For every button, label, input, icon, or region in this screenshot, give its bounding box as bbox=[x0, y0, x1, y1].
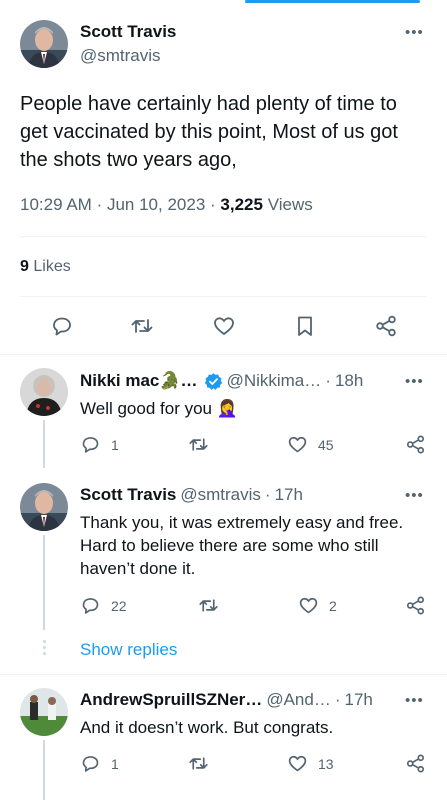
tweet-time[interactable]: 10:29 AM bbox=[20, 195, 92, 214]
main-tweet-text: People have certainly had plenty of time… bbox=[20, 93, 398, 171]
divider bbox=[0, 674, 447, 675]
like-icon[interactable] bbox=[212, 314, 236, 338]
separator: · bbox=[264, 485, 271, 504]
reply-count: 22 bbox=[111, 597, 127, 614]
reply-avatar[interactable] bbox=[20, 688, 68, 736]
reply-author-name[interactable]: Scott Travis bbox=[80, 485, 176, 505]
thread-line bbox=[43, 420, 45, 468]
reply-author-handle[interactable]: @And… bbox=[266, 690, 331, 710]
divider bbox=[20, 236, 427, 237]
like-count: 2 bbox=[329, 597, 337, 614]
reply-author-name[interactable]: AndrewSpruillSZNer… bbox=[80, 690, 262, 710]
main-author-row: Scott Travis bbox=[80, 22, 176, 42]
separator: · bbox=[334, 690, 341, 709]
reply-count: 1 bbox=[111, 436, 119, 453]
reply-icon bbox=[82, 437, 99, 453]
views-label: Views bbox=[267, 195, 313, 214]
reply-header: Nikki mac🐊… @Nikkima… · 18h bbox=[80, 371, 363, 391]
thread-dots bbox=[40, 640, 48, 658]
top-indicator bbox=[245, 0, 420, 3]
more-icon[interactable]: ••• bbox=[405, 24, 424, 41]
reply-author-name[interactable]: Nikki mac🐊… bbox=[80, 371, 198, 391]
reply-header: Scott Travis @smtravis · 17h bbox=[80, 485, 303, 505]
like-action[interactable]: 13 bbox=[287, 753, 334, 774]
retweet-icon[interactable] bbox=[188, 753, 209, 774]
show-replies-link[interactable]: Show replies bbox=[80, 640, 177, 660]
share-icon[interactable] bbox=[405, 753, 426, 774]
like-action[interactable]: 2 bbox=[298, 595, 337, 616]
reply-avatar[interactable] bbox=[20, 368, 68, 416]
reply-author-handle[interactable]: @Nikkima… bbox=[227, 371, 322, 391]
thread-line bbox=[43, 740, 45, 800]
like-icon bbox=[299, 597, 318, 614]
reply-age[interactable]: 17h bbox=[345, 690, 373, 710]
reply-author-handle[interactable]: @smtravis bbox=[180, 485, 261, 505]
more-icon[interactable]: ••• bbox=[405, 373, 424, 390]
like-count: 13 bbox=[318, 755, 334, 772]
main-handle-row: @smtravis bbox=[80, 46, 161, 66]
like-count: 45 bbox=[318, 436, 334, 453]
retweet-icon[interactable] bbox=[188, 434, 209, 455]
retweet-icon[interactable] bbox=[198, 595, 219, 616]
tweet-meta: 10:29 AM · Jun 10, 2023 · 3,225 Views bbox=[20, 195, 313, 215]
reply-icon bbox=[82, 756, 99, 772]
share-icon[interactable] bbox=[405, 595, 426, 616]
like-icon bbox=[288, 755, 307, 772]
reply-icon[interactable] bbox=[50, 314, 74, 338]
meta-separator: · bbox=[96, 195, 103, 214]
likes-count: 9 bbox=[20, 258, 29, 275]
likes-label: Likes bbox=[33, 258, 71, 275]
views-count: 3,225 bbox=[220, 195, 263, 214]
reply-text: Well good for you 🤦‍♀️ bbox=[80, 399, 238, 418]
divider bbox=[20, 296, 427, 297]
main-author-handle[interactable]: @smtravis bbox=[80, 46, 161, 66]
share-icon[interactable] bbox=[405, 434, 426, 455]
likes-summary[interactable]: 9 Likes bbox=[20, 258, 71, 276]
more-icon[interactable]: ••• bbox=[405, 487, 424, 504]
reply-action[interactable]: 1 bbox=[80, 434, 119, 455]
retweet-icon[interactable] bbox=[130, 314, 154, 338]
reply-icon bbox=[82, 598, 99, 614]
reply-age[interactable]: 17h bbox=[275, 485, 303, 505]
reply-text: And it doesn’t work. But congrats. bbox=[80, 718, 334, 737]
reply-header: AndrewSpruillSZNer… @And… · 17h bbox=[80, 690, 373, 710]
reply-avatar[interactable] bbox=[20, 483, 68, 531]
main-author-name[interactable]: Scott Travis bbox=[80, 22, 176, 42]
separator: · bbox=[325, 371, 331, 390]
like-icon bbox=[288, 436, 307, 453]
verified-icon bbox=[204, 372, 222, 390]
reply-action[interactable]: 1 bbox=[80, 753, 119, 774]
reply-age[interactable]: 18h bbox=[335, 371, 363, 391]
reply-action[interactable]: 22 bbox=[80, 595, 127, 616]
reply-count: 1 bbox=[111, 755, 119, 772]
reply-text: Thank you, it was extremely easy and fre… bbox=[80, 513, 404, 578]
more-icon[interactable]: ••• bbox=[405, 692, 424, 709]
share-icon[interactable] bbox=[374, 314, 398, 338]
divider bbox=[0, 354, 447, 355]
main-avatar[interactable] bbox=[20, 20, 68, 68]
like-action[interactable]: 45 bbox=[287, 434, 334, 455]
meta-separator: · bbox=[210, 195, 216, 214]
bookmark-icon[interactable] bbox=[293, 314, 317, 338]
thread-line bbox=[43, 535, 45, 630]
tweet-date[interactable]: Jun 10, 2023 bbox=[107, 195, 205, 214]
